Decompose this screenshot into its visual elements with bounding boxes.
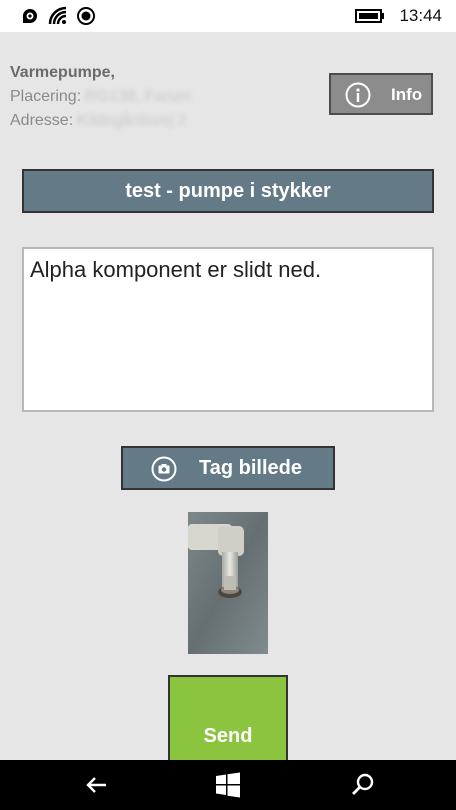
wifi-icon (48, 6, 68, 31)
photo-thumbnail[interactable] (188, 512, 268, 654)
placement-line: Placering: RG138, Farum (10, 88, 191, 106)
address-line: Adresse: Kildegårdsvej 2 (10, 112, 187, 130)
send-button-label: Send (203, 725, 253, 747)
placement-label: Placering: (10, 88, 82, 105)
take-photo-label: Tag billede (199, 457, 302, 479)
info-icon (345, 82, 371, 113)
info-button-label: Info (391, 85, 423, 104)
info-button[interactable]: Info (329, 73, 433, 115)
search-icon[interactable] (350, 772, 376, 803)
description-field[interactable]: Alpha komponent er slidt ned. (22, 247, 434, 412)
take-photo-button[interactable]: Tag billede (121, 446, 335, 490)
status-bar: 13:44 (0, 0, 456, 32)
record-icon (76, 6, 96, 31)
nav-bar (0, 760, 456, 810)
windows-icon[interactable] (215, 772, 241, 803)
address-label: Adresse: (10, 112, 74, 129)
placement-value: RG138, Farum (85, 88, 191, 105)
status-time: 13:44 (399, 6, 442, 25)
send-button[interactable]: Send (168, 675, 288, 770)
battery-icon (355, 9, 385, 28)
camera-icon (151, 456, 177, 487)
address-value: Kildegårdsvej 2 (77, 112, 187, 129)
nfc-icon (20, 6, 40, 31)
back-arrow-icon[interactable] (84, 772, 110, 803)
device-title: Varmepumpe, (10, 64, 115, 81)
task-title: test - pumpe i stykker (22, 169, 434, 213)
